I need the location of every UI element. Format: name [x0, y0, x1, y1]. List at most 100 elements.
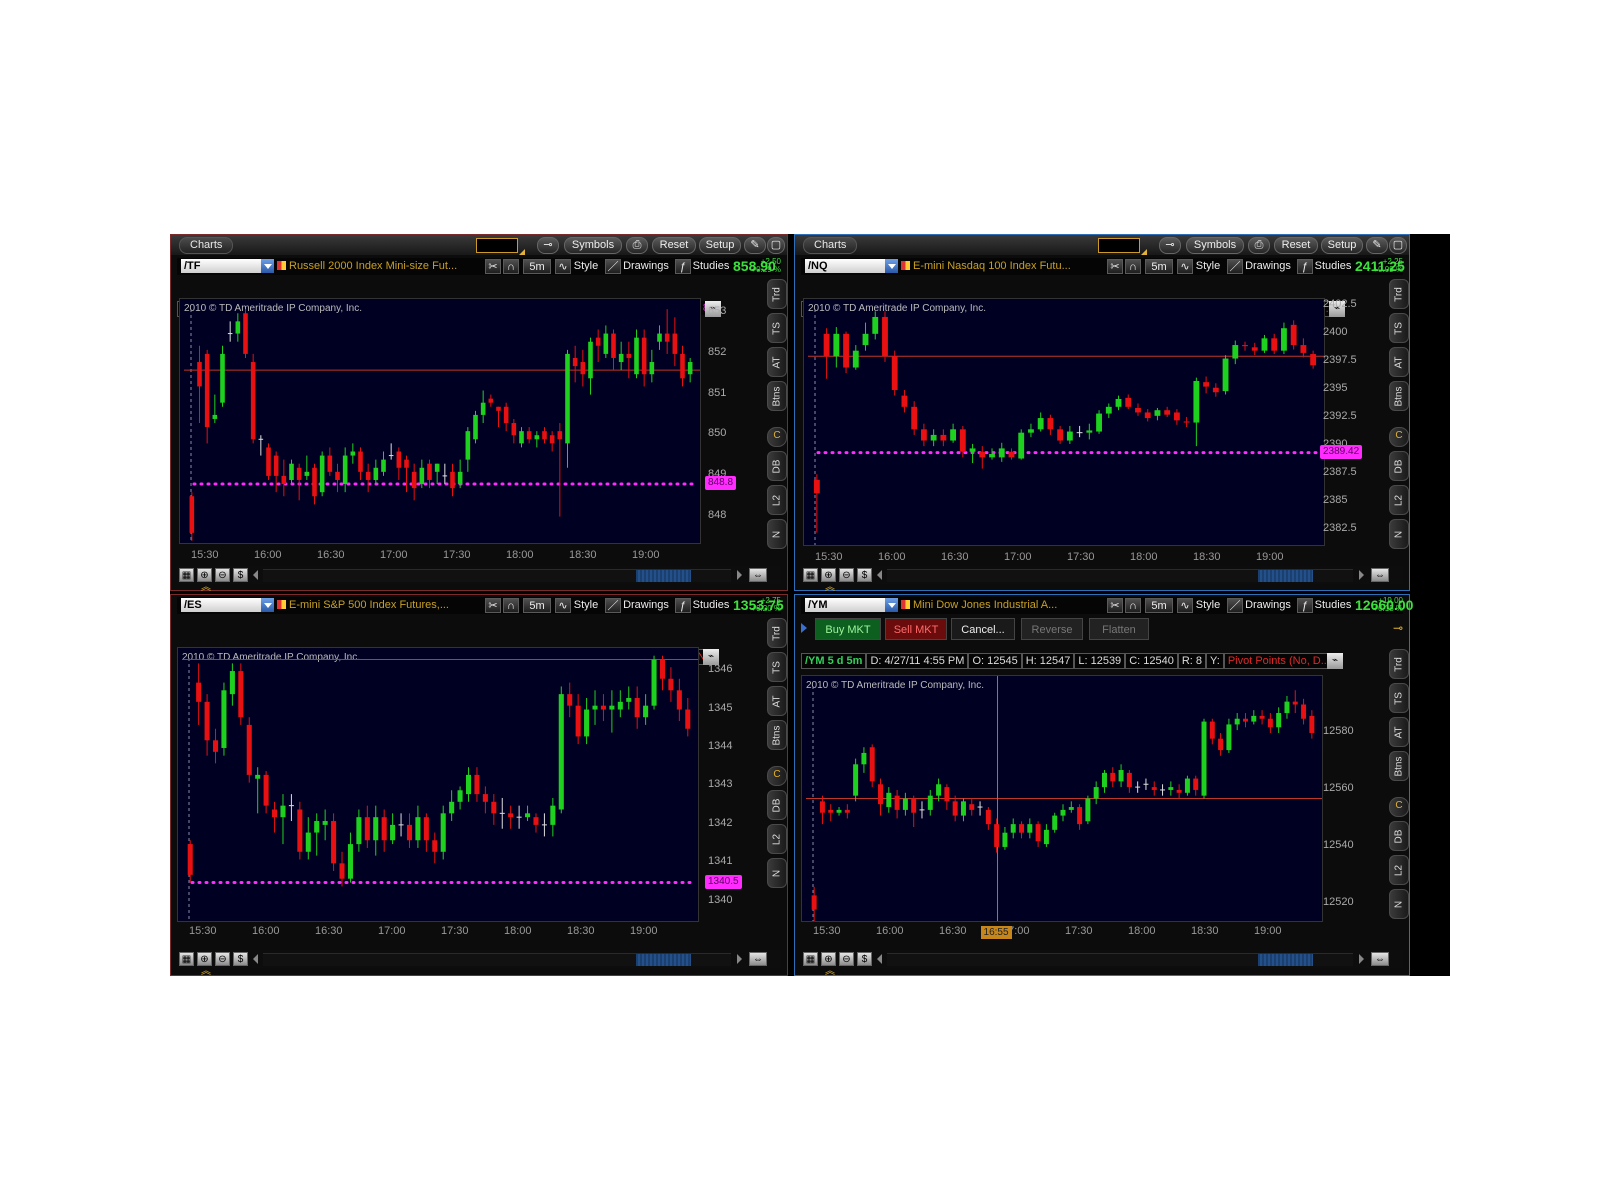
side-button-l2[interactable]: L2: [767, 824, 787, 854]
collapse-caret-icon[interactable]: ︽: [199, 583, 213, 593]
symbols-button[interactable]: Symbols: [1186, 237, 1244, 254]
print-icon[interactable]: ⎙: [626, 237, 648, 254]
collapse-caret-icon[interactable]: ︽: [199, 967, 213, 977]
link-color-box[interactable]: [476, 238, 525, 255]
side-button-ts[interactable]: TS: [1389, 683, 1409, 713]
studies-button[interactable]: Studies: [1313, 259, 1353, 274]
scroll-left-icon[interactable]: [253, 954, 258, 964]
pin-icon[interactable]: ✎: [744, 237, 766, 254]
symbol-input[interactable]: /NQ: [805, 259, 885, 273]
side-button-n[interactable]: N: [767, 858, 787, 888]
symbol-input[interactable]: /ES: [181, 598, 261, 612]
zoom-in-icon[interactable]: ⊕: [197, 568, 212, 582]
side-button-at[interactable]: AT: [767, 686, 787, 716]
side-button-c[interactable]: C: [767, 427, 787, 447]
timeframe-button[interactable]: 5m: [1145, 259, 1173, 274]
scrollbar-thumb[interactable]: [636, 570, 691, 582]
expand-chart-icon[interactable]: ⇔: [1371, 568, 1389, 582]
side-button-db[interactable]: DB: [767, 451, 787, 481]
scroll-right-icon[interactable]: [737, 570, 742, 580]
side-button-at[interactable]: AT: [1389, 347, 1409, 377]
symbol-dropdown-icon[interactable]: [885, 598, 898, 612]
grid-icon[interactable]: ▦: [179, 568, 194, 582]
studies-icon[interactable]: ƒ: [1297, 259, 1313, 274]
grid-icon[interactable]: ▦: [803, 568, 818, 582]
timeframe-button[interactable]: 5m: [523, 259, 551, 274]
setup-button[interactable]: Setup: [699, 237, 741, 254]
zoom-in-icon[interactable]: ⊕: [821, 952, 836, 966]
side-button-l2[interactable]: L2: [1389, 485, 1409, 515]
expand-chart-icon[interactable]: ⇔: [1371, 952, 1389, 966]
link-color-box[interactable]: [1098, 238, 1147, 255]
zoom-in-icon[interactable]: ⊕: [821, 568, 836, 582]
side-button-trd[interactable]: Trd: [1389, 649, 1409, 679]
drawings-button[interactable]: Drawings: [1243, 598, 1293, 613]
drawings-button[interactable]: Drawings: [621, 259, 671, 274]
studies-icon[interactable]: ƒ: [675, 598, 691, 613]
drawings-icon[interactable]: ／: [605, 259, 621, 274]
collapse-caret-icon[interactable]: ︽: [823, 583, 837, 593]
side-button-ts[interactable]: TS: [767, 652, 787, 682]
side-button-ts[interactable]: TS: [1389, 313, 1409, 343]
studies-icon[interactable]: ƒ: [675, 259, 691, 274]
horizontal-scrollbar[interactable]: [263, 953, 731, 966]
dollar-icon[interactable]: $: [857, 568, 872, 582]
timeframe-button[interactable]: 5m: [1145, 598, 1173, 613]
key-icon[interactable]: ⊸: [1159, 237, 1181, 254]
zoom-in-icon[interactable]: ⊕: [197, 952, 212, 966]
reset-button[interactable]: Reset: [652, 237, 696, 254]
expand-chart-icon[interactable]: ⇔: [749, 568, 767, 582]
expand-arrow-icon[interactable]: [801, 623, 807, 633]
studies-button[interactable]: Studies: [1313, 598, 1353, 613]
setup-button[interactable]: Setup: [1321, 237, 1363, 254]
drawings-icon[interactable]: ／: [605, 598, 621, 613]
scroll-right-icon[interactable]: [1359, 570, 1364, 580]
symbol-input[interactable]: /TF: [181, 259, 261, 273]
scrollbar-thumb[interactable]: [1258, 570, 1313, 582]
scroll-right-icon[interactable]: [737, 954, 742, 964]
style-icon[interactable]: ∿: [1177, 259, 1193, 274]
side-button-db[interactable]: DB: [1389, 451, 1409, 481]
scrollbar-thumb[interactable]: [636, 954, 691, 966]
horizontal-scrollbar[interactable]: [887, 569, 1353, 582]
drawing-tool-icon[interactable]: ✂: [1107, 259, 1123, 274]
maximize-icon[interactable]: ▢: [767, 237, 785, 254]
charts-tab[interactable]: Charts: [803, 237, 858, 254]
reset-button[interactable]: Reset: [1274, 237, 1318, 254]
magnet-icon[interactable]: ∩: [1125, 598, 1141, 613]
drawing-tool-icon[interactable]: ✂: [485, 598, 501, 613]
side-button-ts[interactable]: TS: [767, 313, 787, 343]
study-label[interactable]: Pivot Points (No, D...: [1223, 653, 1334, 669]
symbol-dropdown-icon[interactable]: [261, 259, 274, 273]
expand-chart-icon[interactable]: ⇔: [749, 952, 767, 966]
pin-icon[interactable]: ✎: [1366, 237, 1388, 254]
horizontal-scrollbar[interactable]: [263, 569, 731, 582]
symbol-input[interactable]: /YM: [805, 598, 885, 612]
zoom-out-icon[interactable]: ⊖: [215, 568, 230, 582]
chart-settings-icon[interactable]: ⌁: [1327, 653, 1343, 669]
side-button-trd[interactable]: Trd: [767, 618, 787, 648]
side-button-n[interactable]: N: [1389, 519, 1409, 549]
print-icon[interactable]: ⎙: [1248, 237, 1270, 254]
scroll-left-icon[interactable]: [877, 954, 882, 964]
side-button-trd[interactable]: Trd: [767, 279, 787, 309]
side-button-c[interactable]: C: [1389, 427, 1409, 447]
side-button-btns[interactable]: Btns: [1389, 751, 1409, 781]
zoom-out-icon[interactable]: ⊖: [215, 952, 230, 966]
side-button-trd[interactable]: Trd: [1389, 279, 1409, 309]
style-icon[interactable]: ∿: [1177, 598, 1193, 613]
studies-icon[interactable]: ƒ: [1297, 598, 1313, 613]
scrollbar-thumb[interactable]: [1258, 954, 1313, 966]
maximize-icon[interactable]: ▢: [1389, 237, 1407, 254]
dollar-icon[interactable]: $: [233, 568, 248, 582]
studies-button[interactable]: Studies: [691, 598, 731, 613]
reverse-button[interactable]: Reverse: [1021, 618, 1083, 640]
side-button-n[interactable]: N: [1389, 889, 1409, 919]
buy-mkt-button[interactable]: Buy MKT: [815, 618, 881, 640]
dollar-icon[interactable]: $: [857, 952, 872, 966]
scroll-left-icon[interactable]: [253, 570, 258, 580]
drawings-icon[interactable]: ／: [1227, 598, 1243, 613]
side-button-n[interactable]: N: [767, 519, 787, 549]
side-button-at[interactable]: AT: [1389, 717, 1409, 747]
cancel-orders-button[interactable]: Cancel...: [951, 618, 1015, 640]
